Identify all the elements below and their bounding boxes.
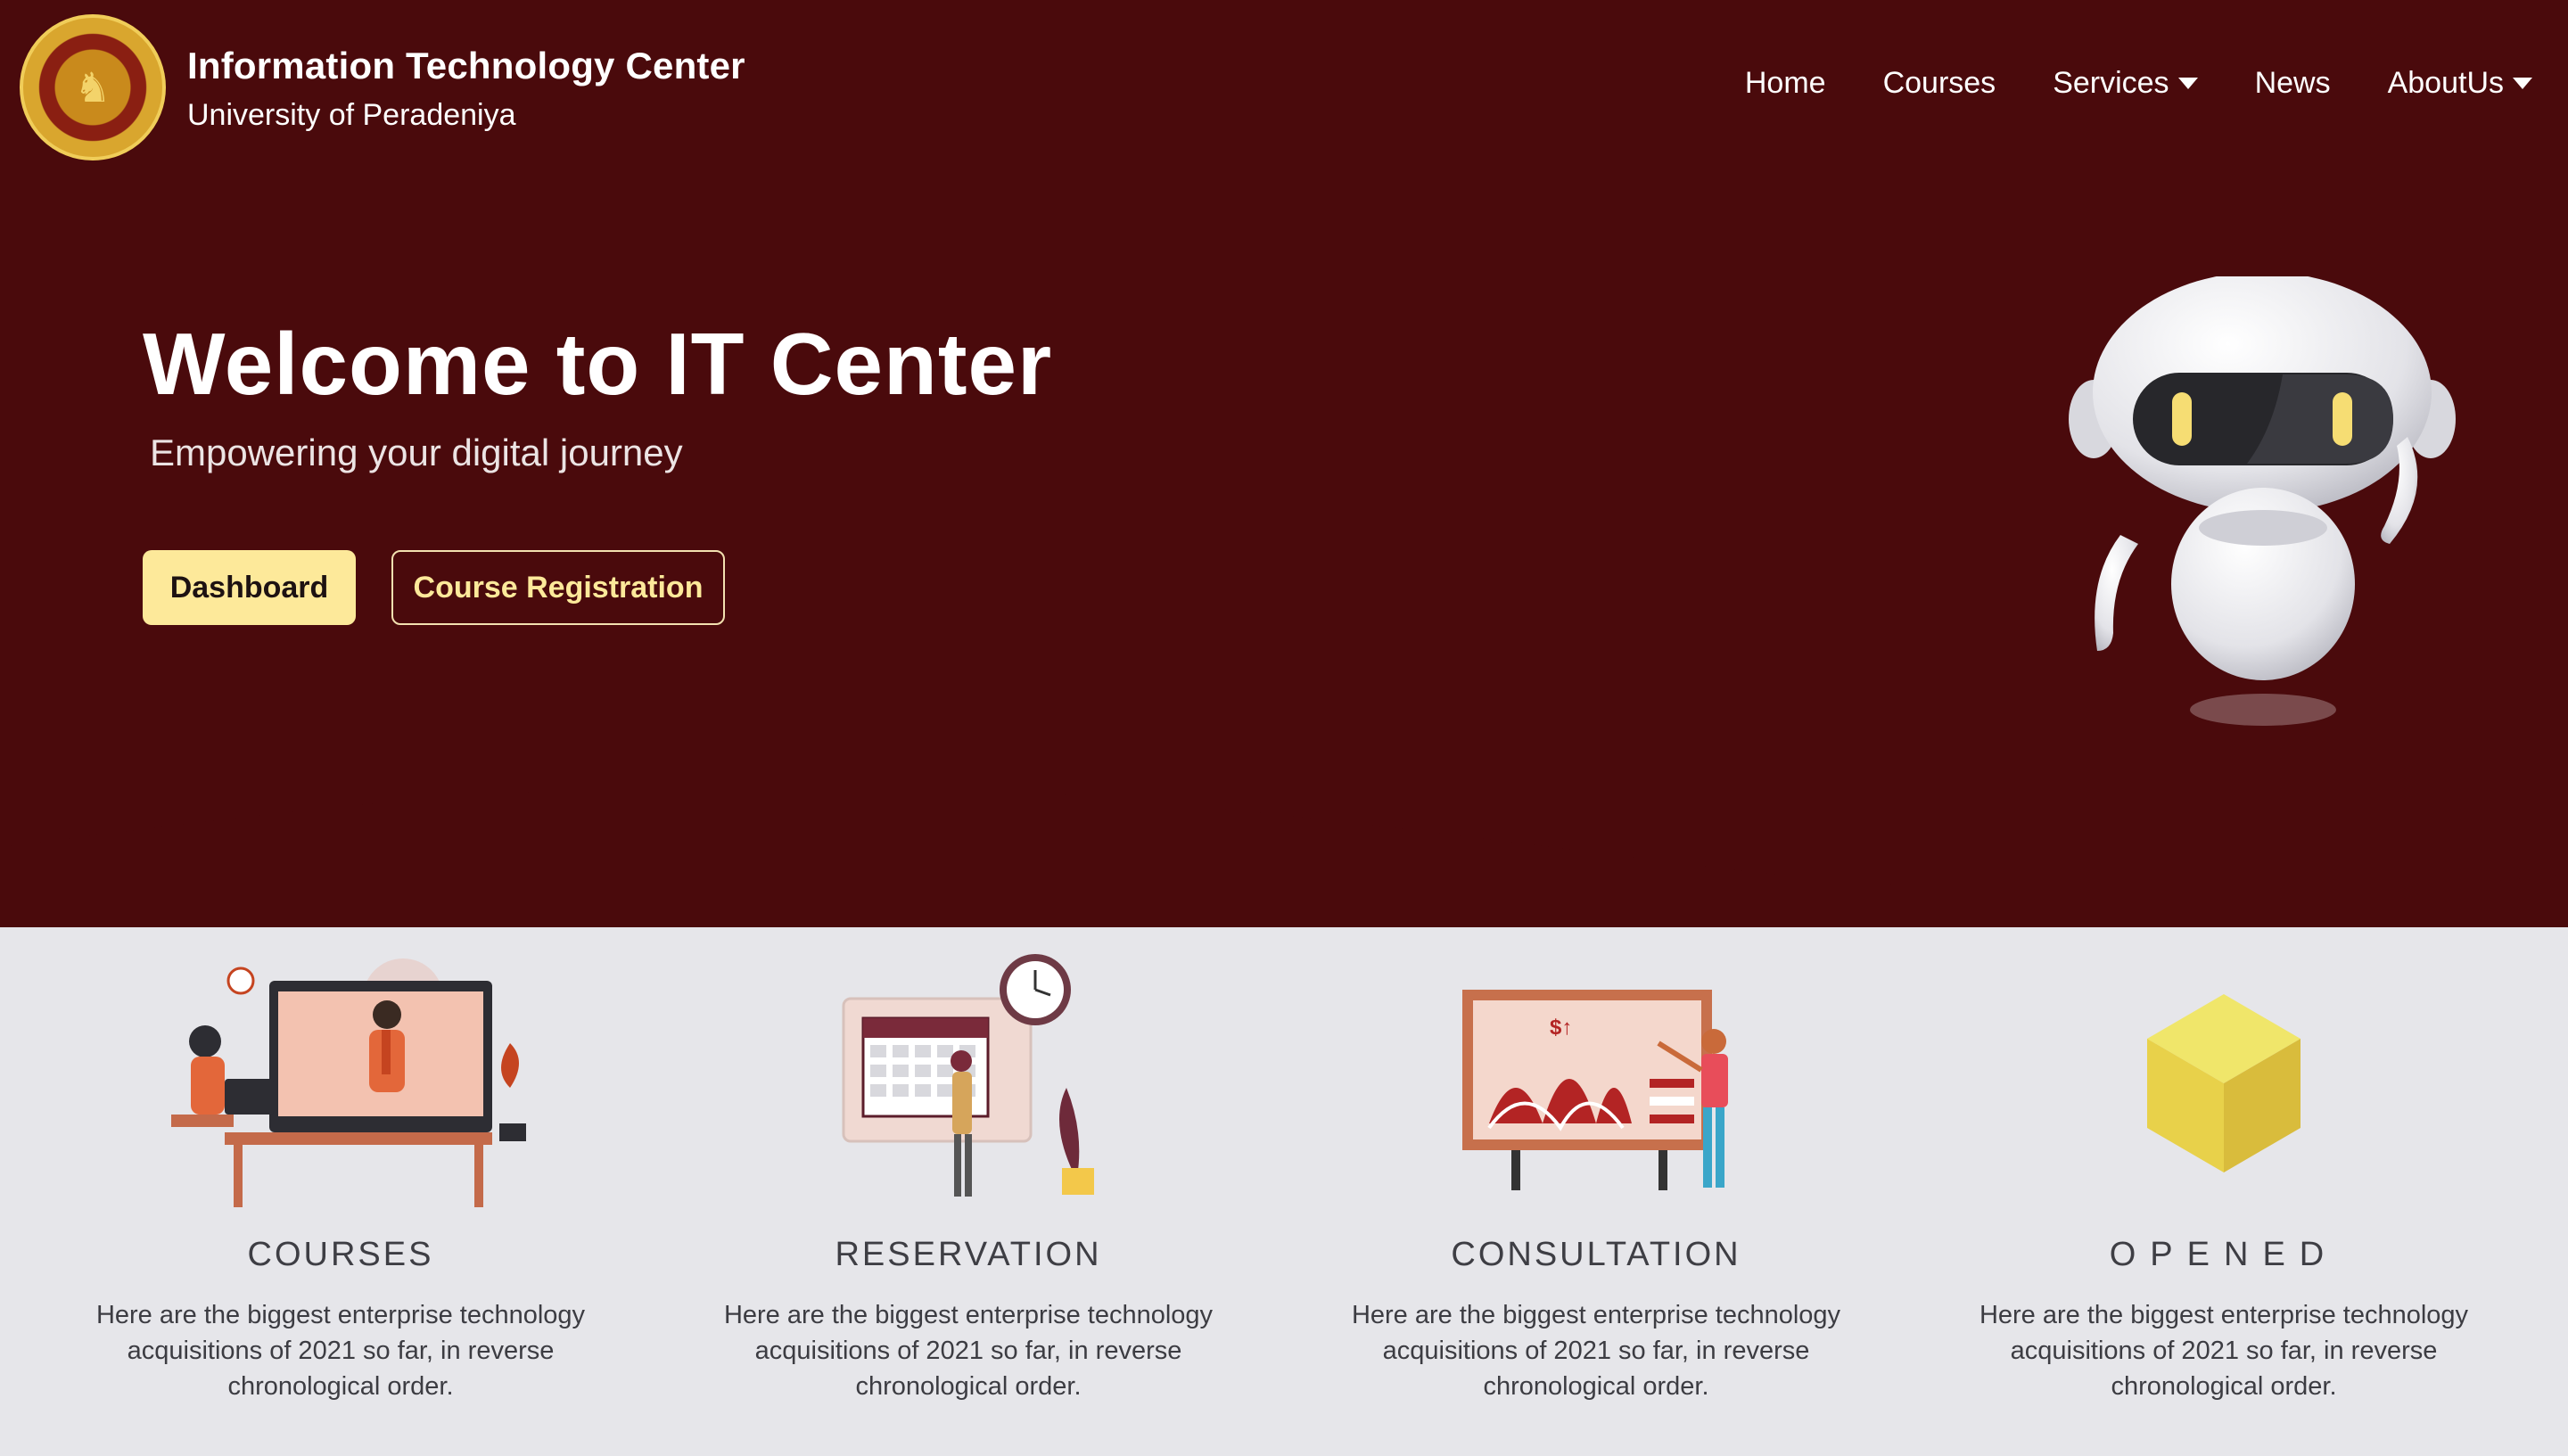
feature-courses: COURSES Here are the biggest enterprise … xyxy=(55,945,626,1404)
online-teaching-illustration-icon xyxy=(171,958,526,1207)
feature-description: Here are the biggest enterprise technolo… xyxy=(723,1301,1214,1401)
university-crest-icon: ♞ xyxy=(20,14,166,160)
yellow-cube-icon xyxy=(2147,994,2300,1172)
feature-title: RESERVATION xyxy=(835,1236,1102,1273)
nav-services-label: Services xyxy=(2053,66,2169,100)
feature-description: Here are the biggest enterprise technolo… xyxy=(1351,1301,1841,1401)
feature-consultation: $↑ CONSULTATION Here are the biggest ent… xyxy=(1311,945,1881,1404)
nav-aboutus[interactable]: AboutUs xyxy=(2388,66,2532,101)
brand-title: Information Technology Center xyxy=(187,44,745,86)
caret-down-icon xyxy=(2513,78,2532,89)
main-nav: Home Courses Services News AboutUs xyxy=(1688,66,2532,101)
lion-emblem-icon: ♞ xyxy=(74,64,111,111)
nav-courses[interactable]: Courses xyxy=(1883,66,1996,101)
hero-wave-divider xyxy=(0,767,2568,896)
nav-aboutus-label: AboutUs xyxy=(2387,66,2504,100)
hero-title: Welcome to IT Center xyxy=(143,315,1053,413)
dashboard-button[interactable]: Dashboard xyxy=(143,550,356,625)
nav-courses-label: Courses xyxy=(1882,66,1996,100)
course-registration-button[interactable]: Course Registration xyxy=(391,550,725,625)
brand-subtitle: University of Peradeniya xyxy=(187,97,516,132)
svg-text:$↑: $↑ xyxy=(1550,1016,1572,1040)
nav-news[interactable]: News xyxy=(2255,66,2331,101)
presentation-board-illustration-icon: $↑ xyxy=(1462,990,1728,1190)
feature-title: COURSES xyxy=(247,1236,434,1273)
feature-description: Here are the biggest enterprise technolo… xyxy=(95,1301,586,1401)
nav-news-label: News xyxy=(2254,66,2331,100)
feature-title: CONSULTATION xyxy=(1451,1236,1741,1273)
feature-opened: OPENED Here are the biggest enterprise t… xyxy=(1938,945,2509,1404)
feature-reservation: RESERVATION Here are the biggest enterpr… xyxy=(683,945,1254,1404)
brand-text: Information Technology Center University… xyxy=(187,43,745,133)
nav-services[interactable]: Services xyxy=(2053,66,2198,101)
feature-description: Here are the biggest enterprise technolo… xyxy=(1979,1301,2469,1401)
hero-subtitle: Empowering your digital journey xyxy=(150,432,683,473)
caret-down-icon xyxy=(2177,78,2198,89)
nav-home[interactable]: Home xyxy=(1745,66,1826,101)
feature-title: OPENED xyxy=(2109,1236,2339,1273)
robot-mascot-icon xyxy=(2069,276,2456,726)
nav-home-label: Home xyxy=(1744,66,1826,100)
brand[interactable]: ♞ Information Technology Center Universi… xyxy=(20,14,745,160)
calendar-reservation-illustration-icon xyxy=(842,954,1094,1197)
